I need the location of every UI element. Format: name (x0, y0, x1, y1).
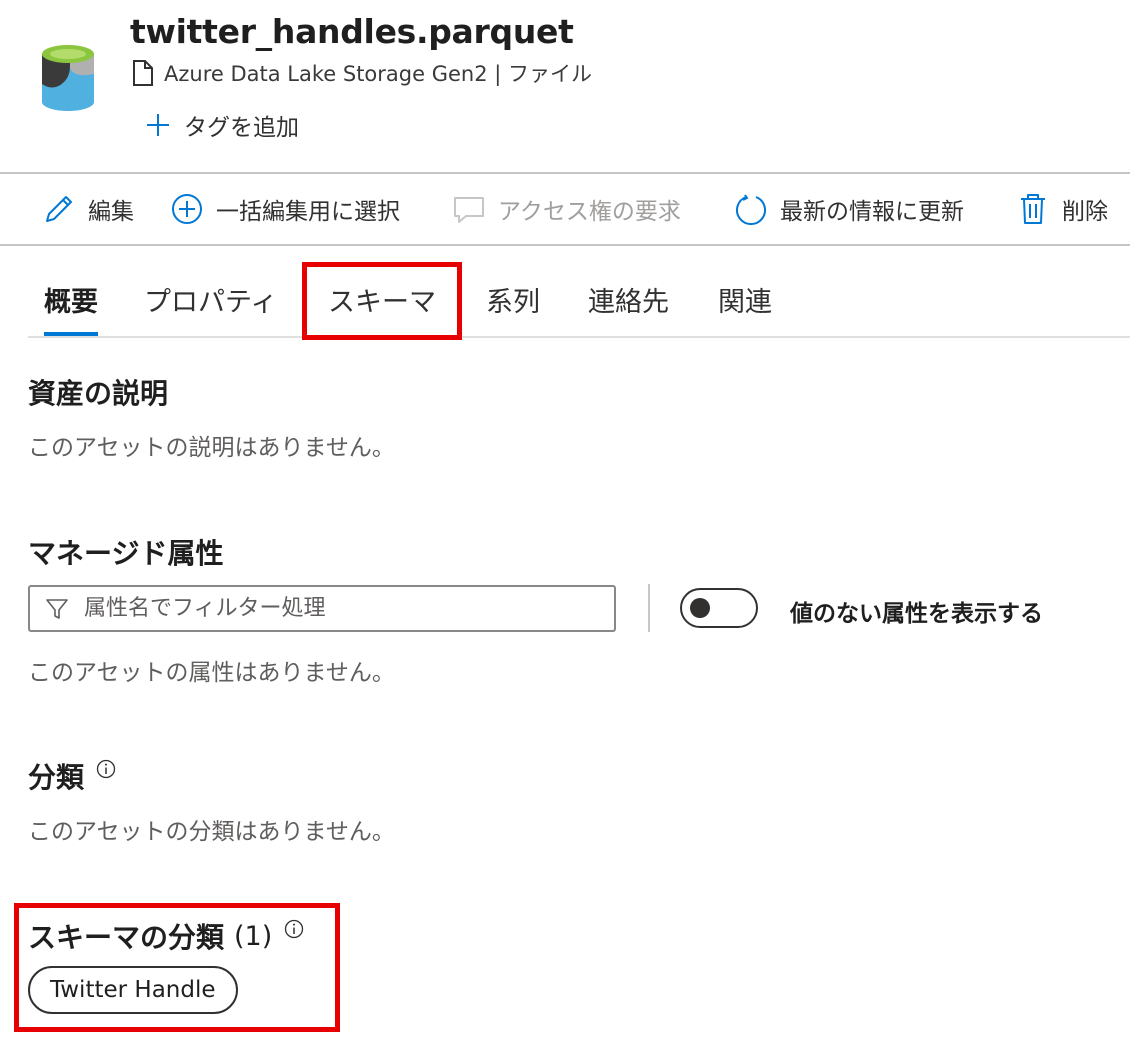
description-title: 資産の説明 (28, 377, 169, 410)
request-access-button[interactable]: アクセス権の要求 (452, 192, 681, 226)
circle-plus-icon (172, 194, 202, 224)
command-toolbar: 編集 一括編集用に選択 アクセス権の要求 最新の情報に更新 削除 (0, 172, 1130, 246)
attribute-filter-box (28, 585, 616, 632)
delete-label: 削除 (1062, 199, 1108, 225)
add-tag-label: タグを追加 (184, 115, 299, 141)
asset-subtitle: Azure Data Lake Storage Gen2 | ファイル (130, 58, 592, 88)
toggle-knob (690, 598, 710, 618)
request-access-label: アクセス権の要求 (498, 199, 681, 225)
classification-title: 分類 (28, 761, 85, 794)
comment-icon (454, 197, 484, 223)
info-icon[interactable] (284, 919, 304, 939)
delete-button[interactable]: 削除 (1016, 192, 1108, 226)
schema-classification-tag[interactable]: Twitter Handle (28, 966, 238, 1014)
filter-divider (648, 584, 650, 632)
tab-related[interactable]: 関連 (718, 280, 772, 319)
asset-source-label: Azure Data Lake Storage Gen2 | ファイル (164, 62, 592, 86)
asset-tabs: 概要 プロパティ スキーマ 系列 連絡先 関連 (28, 256, 1130, 338)
attributes-empty-text: このアセットの属性はありません。 (28, 660, 395, 686)
tab-properties[interactable]: プロパティ (144, 280, 277, 319)
info-icon[interactable] (96, 759, 116, 779)
document-icon (133, 60, 153, 86)
asset-title: twitter_handles.parquet (130, 12, 574, 51)
schema-classification-count: (1) (234, 920, 273, 952)
tab-contacts[interactable]: 連絡先 (588, 280, 669, 319)
active-tab-indicator (44, 332, 98, 336)
trash-icon (1021, 194, 1045, 224)
classification-heading: 分類 (28, 756, 116, 796)
bulk-select-button[interactable]: 一括編集用に選択 (170, 192, 400, 226)
filter-icon (46, 598, 68, 619)
refresh-button[interactable]: 最新の情報に更新 (734, 192, 964, 226)
classification-empty-text: このアセットの分類はありません。 (28, 819, 395, 845)
add-tag-button[interactable]: タグを追加 (144, 108, 299, 142)
show-empty-attributes-toggle[interactable] (680, 588, 758, 628)
tab-lineage[interactable]: 系列 (486, 280, 540, 319)
edit-button[interactable]: 編集 (42, 192, 134, 226)
managed-attributes-title: マネージド属性 (28, 537, 224, 570)
refresh-icon (736, 194, 766, 225)
schema-classification-heading: スキーマの分類 (1) (28, 916, 304, 956)
edit-label: 編集 (88, 199, 134, 225)
attribute-filter-input[interactable] (84, 596, 584, 621)
tab-schema[interactable]: スキーマ (328, 280, 436, 319)
pencil-icon (46, 196, 72, 222)
schema-classification-title: スキーマの分類 (28, 921, 225, 954)
show-empty-attributes-label: 値のない属性を表示する (790, 601, 1043, 627)
data-lake-cylinder-icon (42, 45, 94, 111)
plus-icon (147, 114, 169, 136)
description-empty-text: このアセットの説明はありません。 (28, 435, 395, 461)
refresh-label: 最新の情報に更新 (780, 199, 964, 225)
tab-overview[interactable]: 概要 (44, 280, 98, 319)
bulk-select-label: 一括編集用に選択 (216, 199, 400, 225)
